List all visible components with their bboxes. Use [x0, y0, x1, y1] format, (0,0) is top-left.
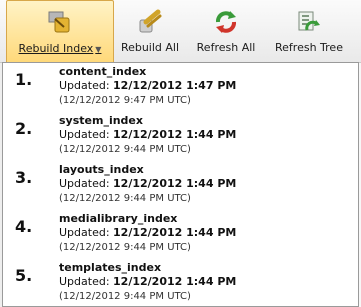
index-name: content_index: [59, 65, 147, 78]
updated-label: Updated:: [59, 177, 110, 190]
updated-label: Updated:: [59, 79, 110, 92]
updated-label: Updated:: [59, 275, 110, 288]
rebuild-index-label: Rebuild Index: [18, 42, 94, 55]
updated-value: 12/12/2012 1:44 PM: [113, 177, 237, 190]
updated-value: 12/12/2012 1:44 PM: [113, 226, 237, 239]
refresh-all-label: Refresh All: [196, 41, 256, 54]
refresh-all-button[interactable]: Refresh All: [190, 0, 262, 62]
updated-label: Updated:: [59, 128, 110, 141]
refresh-all-icon: [216, 11, 236, 33]
rebuild-all-icon: [139, 9, 162, 33]
updated-value: 12/12/2012 1:44 PM: [113, 275, 237, 288]
index-name: system_index: [59, 114, 143, 127]
index-name: medialibrary_index: [59, 212, 178, 225]
chevron-down-icon[interactable]: ▼: [95, 45, 101, 54]
rebuild-index-button[interactable]: Rebuild Index ▼: [6, 0, 114, 62]
index-updated: Updated: 12/12/2012 1:47 PM: [59, 79, 236, 92]
rebuild-all-button[interactable]: Rebuild All: [114, 0, 186, 62]
rebuild-index-dropdown: 1. content_index Updated: 12/12/2012 1:4…: [2, 62, 359, 307]
index-item-layouts[interactable]: 3. layouts_index Updated: 12/12/2012 1:4…: [3, 163, 358, 213]
index-updated: Updated: 12/12/2012 1:44 PM: [59, 177, 236, 190]
index-number: 3.: [15, 168, 33, 187]
index-updated: Updated: 12/12/2012 1:44 PM: [59, 226, 236, 239]
index-item-content[interactable]: 1. content_index Updated: 12/12/2012 1:4…: [3, 65, 358, 115]
index-name: templates_index: [59, 261, 162, 274]
updated-label: Updated:: [59, 226, 110, 239]
index-utc: (12/12/2012 9:44 PM UTC): [59, 242, 191, 253]
index-utc: (12/12/2012 9:44 PM UTC): [59, 291, 191, 302]
index-item-templates[interactable]: 5. templates_index Updated: 12/12/2012 1…: [3, 261, 358, 306]
index-number: 2.: [15, 119, 33, 138]
index-number: 1.: [15, 70, 33, 89]
index-utc: (12/12/2012 9:44 PM UTC): [59, 193, 191, 204]
ribbon-toolbar: Rebuild Index ▼ Rebuild All Refresh All R…: [0, 0, 361, 63]
index-updated: Updated: 12/12/2012 1:44 PM: [59, 275, 236, 288]
index-number: 5.: [15, 266, 33, 285]
refresh-tree-icon: [298, 11, 320, 31]
index-updated: Updated: 12/12/2012 1:44 PM: [59, 128, 236, 141]
index-item-medialibrary[interactable]: 4. medialibrary_index Updated: 12/12/201…: [3, 212, 358, 262]
refresh-tree-label: Refresh Tree: [275, 41, 343, 54]
index-item-system[interactable]: 2. system_index Updated: 12/12/2012 1:44…: [3, 114, 358, 164]
index-number: 4.: [15, 217, 33, 236]
index-utc: (12/12/2012 9:44 PM UTC): [59, 144, 191, 155]
rebuild-index-icon: [48, 11, 70, 33]
refresh-tree-button[interactable]: Refresh Tree: [263, 0, 355, 62]
updated-value: 12/12/2012 1:47 PM: [113, 79, 237, 92]
index-name: layouts_index: [59, 163, 144, 176]
updated-value: 12/12/2012 1:44 PM: [113, 128, 237, 141]
index-utc: (12/12/2012 9:47 PM UTC): [59, 95, 191, 106]
rebuild-all-label: Rebuild All: [120, 41, 180, 54]
